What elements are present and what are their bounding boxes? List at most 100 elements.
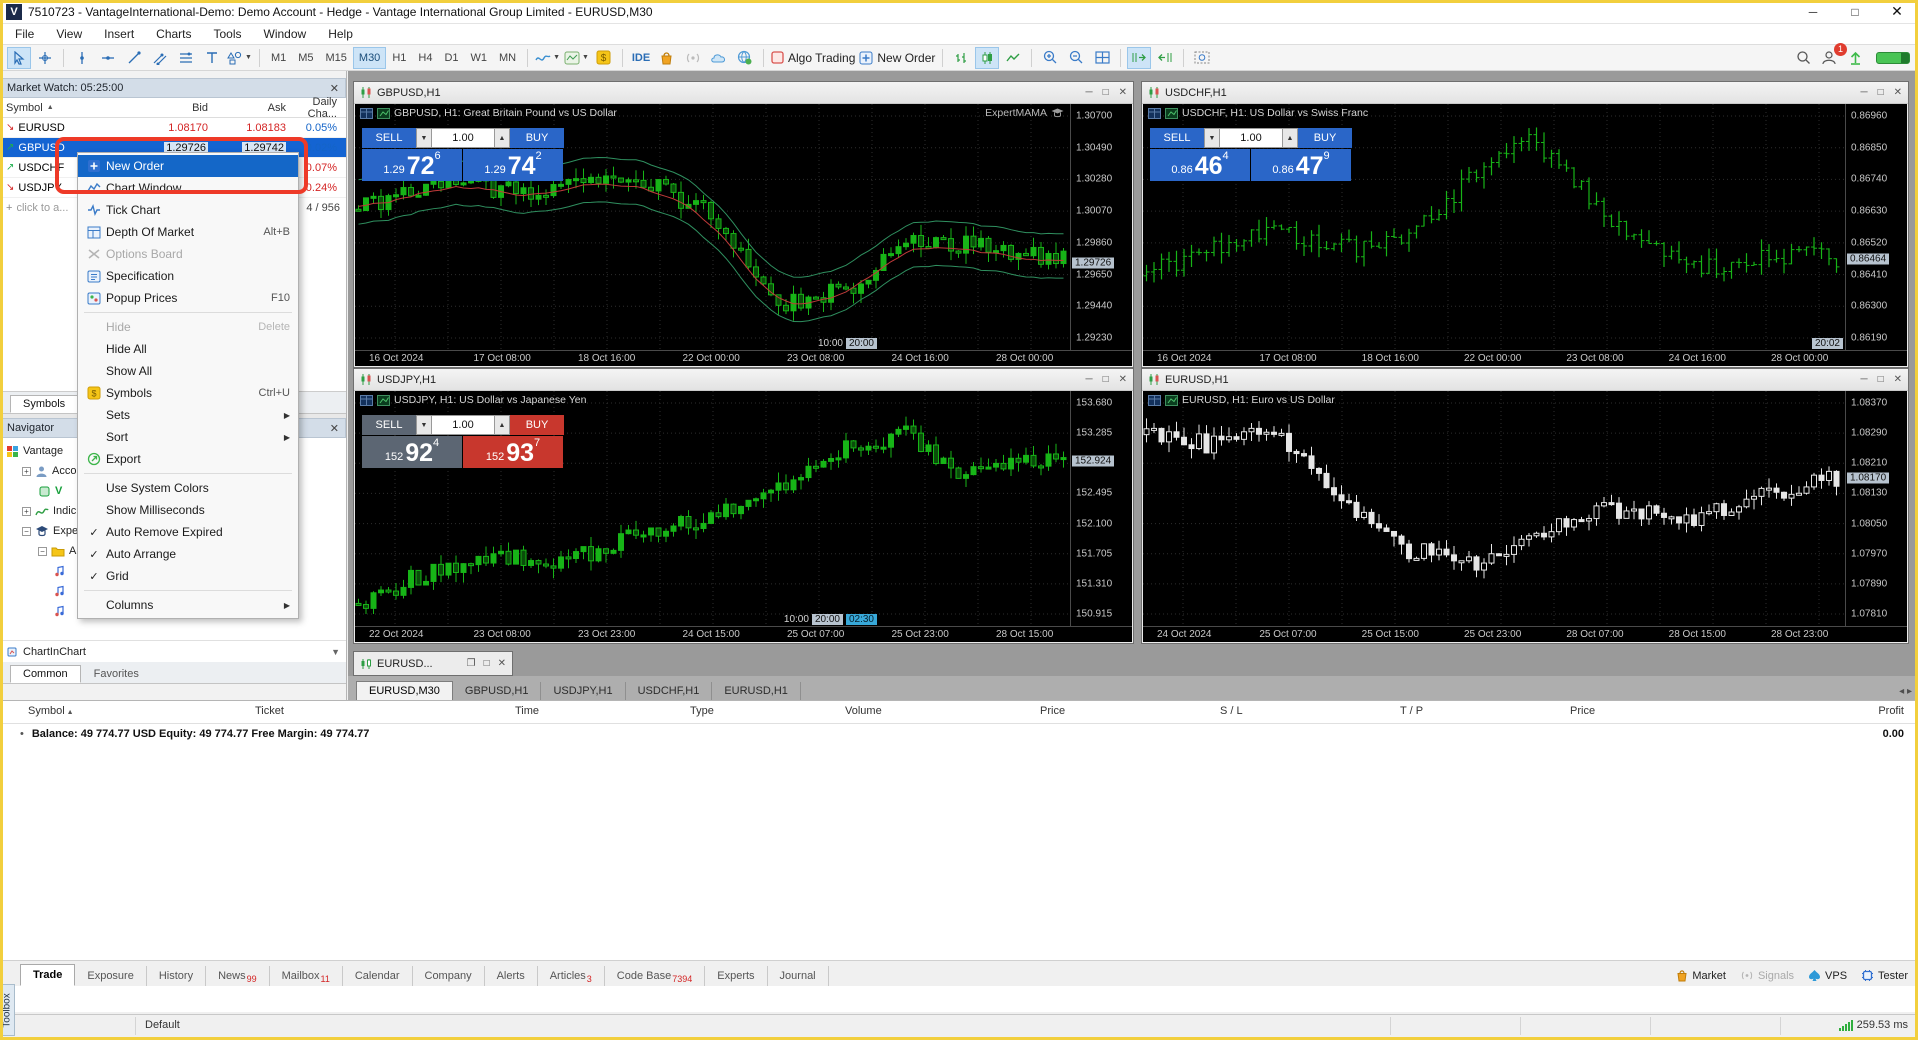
column-header-symbol[interactable]: Symbol ▲ [0, 102, 112, 114]
objects-list-icon[interactable]: ▼ [563, 47, 590, 69]
context-menu-item-auto-arrange[interactable]: ✓ Auto Arrange [78, 543, 298, 565]
candlestick-mode-icon[interactable] [975, 46, 1000, 69]
navigator-close-icon[interactable]: ✕ [330, 422, 339, 435]
minimize-icon[interactable]: ─ [1860, 87, 1867, 98]
sell-price[interactable]: 152 92 4 [362, 436, 462, 468]
algo-trading-button[interactable]: Algo Trading [770, 47, 856, 69]
zoom-in-icon[interactable] [1038, 47, 1062, 69]
chart-shift-icon[interactable] [1127, 46, 1152, 69]
crosshair-tool-icon[interactable] [33, 47, 57, 69]
chart-plot[interactable]: USDJPY, H1: US Dollar vs Japanese Yen SEL… [355, 391, 1072, 626]
maximize-icon[interactable]: □ [1103, 87, 1109, 98]
chart-window-titlebar[interactable]: EURUSD,H1 ─ □ ✕ [1142, 369, 1908, 391]
context-menu-item-symbols[interactable]: $ Symbols Ctrl+U [78, 382, 298, 404]
sell-price[interactable]: 0.86 46 4 [1150, 149, 1250, 181]
close-icon[interactable]: ✕ [1894, 87, 1902, 98]
menu-help[interactable]: Help [317, 25, 364, 43]
toolbox-tab-articles[interactable]: Articles 3 [538, 966, 605, 986]
trendline-tool-icon[interactable] [122, 47, 146, 69]
horizontal-line-tool-icon[interactable] [96, 47, 120, 69]
context-menu-item-columns[interactable]: Columns ▶ [78, 594, 298, 616]
minimize-button[interactable]: ─ [1792, 1, 1834, 23]
trade-column-price[interactable]: Price [1570, 705, 1595, 717]
trade-column-ticket[interactable]: Ticket [255, 705, 284, 717]
expand-minus-icon[interactable]: − [22, 526, 31, 536]
context-menu-item-show-all[interactable]: Show All [78, 360, 298, 382]
toolbox-side-tab[interactable]: Toolbox [0, 984, 15, 1036]
new-order-button[interactable]: New Order [858, 47, 936, 69]
tab-favorites[interactable]: Favorites [81, 665, 152, 683]
volume-input[interactable]: 1.00 [432, 128, 494, 148]
menu-insert[interactable]: Insert [93, 25, 145, 43]
close-icon[interactable]: ✕ [1119, 374, 1127, 385]
minimize-icon[interactable]: ─ [1860, 374, 1867, 385]
buy-button[interactable]: BUY [510, 415, 564, 435]
volume-input[interactable]: 1.00 [1220, 128, 1282, 148]
chart-plot[interactable]: GBPUSD, H1: Great Britain Pound vs US Do… [355, 104, 1072, 350]
sell-price[interactable]: 1.29 72 6 [362, 149, 462, 181]
menu-window[interactable]: Window [253, 25, 318, 43]
timeframe-m30[interactable]: M30 [352, 46, 387, 69]
fibonacci-tool-icon[interactable] [174, 47, 198, 69]
context-menu-item-export[interactable]: Export [78, 448, 298, 470]
chart-in-chart-row[interactable]: ChartInChart ▼ [0, 640, 346, 662]
restore-icon[interactable]: ❐ [467, 658, 476, 669]
sell-button[interactable]: SELL [1150, 128, 1204, 148]
screenshot-icon[interactable] [1190, 47, 1214, 69]
chart-tab-gbpusd-h1[interactable]: GBPUSD,H1 [453, 682, 542, 700]
timeframe-m5[interactable]: M5 [292, 47, 319, 69]
context-menu-item-hide-all[interactable]: Hide All [78, 338, 298, 360]
profile-name[interactable]: Default [145, 1019, 180, 1031]
toolbox-tab-code-base[interactable]: Code Base 7394 [605, 966, 706, 986]
trade-column-symbol[interactable]: Symbol ▲ [28, 705, 74, 717]
chart-tab-usdjpy-h1[interactable]: USDJPY,H1 [541, 682, 626, 700]
trade-column-volume[interactable]: Volume [845, 705, 882, 717]
toolbox-tab-exposure[interactable]: Exposure [75, 966, 147, 986]
menu-charts[interactable]: Charts [145, 25, 202, 43]
toolbox-tab-calendar[interactable]: Calendar [343, 966, 413, 986]
zoom-out-icon[interactable] [1064, 47, 1088, 69]
maximize-icon[interactable]: □ [484, 658, 490, 669]
context-menu-item-sets[interactable]: Sets ▶ [78, 404, 298, 426]
toolbox-signals-button[interactable]: Signals [1740, 970, 1794, 982]
toolbox-tab-news[interactable]: News 99 [206, 966, 270, 986]
user-notifications-icon[interactable]: 1 [1817, 42, 1847, 69]
toolbox-vps-button[interactable]: VPS [1808, 969, 1847, 982]
market-watch-close-icon[interactable]: ✕ [330, 82, 339, 95]
volume-step-down[interactable]: ▼ [1204, 128, 1220, 148]
market-store-icon[interactable] [655, 47, 679, 69]
toolbox-tab-mailbox[interactable]: Mailbox 11 [270, 966, 343, 986]
volume-step-up[interactable]: ▲ [494, 415, 510, 435]
trade-column-t/p[interactable]: T / P [1400, 705, 1423, 717]
tab-scroll-arrows-icon[interactable]: ◂ ▸ [1899, 686, 1912, 700]
maximize-icon[interactable]: □ [1878, 87, 1884, 98]
vertical-line-tool-icon[interactable] [70, 47, 94, 69]
buy-button[interactable]: BUY [510, 128, 564, 148]
tab-common[interactable]: Common [10, 665, 81, 683]
menu-file[interactable]: File [4, 25, 45, 43]
close-icon[interactable]: ✕ [1119, 87, 1127, 98]
context-menu-item-tick-chart[interactable]: Tick Chart [78, 199, 298, 221]
volume-step-down[interactable]: ▼ [416, 415, 432, 435]
dom-mini-icon[interactable] [1148, 394, 1161, 406]
one-click-mini-icon[interactable] [377, 107, 390, 119]
context-menu-item-depth-of-market[interactable]: Depth Of Market Alt+B [78, 221, 298, 243]
cursor-tool-icon[interactable] [7, 46, 31, 69]
buy-price[interactable]: 0.86 47 9 [1251, 149, 1351, 181]
signals-broadcast-icon[interactable] [681, 47, 705, 69]
minimize-icon[interactable]: ─ [1085, 87, 1092, 98]
toolbox-tester-button[interactable]: Tester [1861, 969, 1908, 982]
menu-view[interactable]: View [45, 25, 93, 43]
context-menu-item-auto-remove-expired[interactable]: ✓ Auto Remove Expired [78, 521, 298, 543]
search-icon[interactable] [1791, 47, 1815, 69]
buy-price[interactable]: 152 93 7 [463, 436, 563, 468]
line-chart-mode-icon[interactable] [1001, 47, 1025, 69]
toolbox-market-button[interactable]: Market [1676, 969, 1726, 982]
chevron-down-icon[interactable]: ▼ [331, 647, 340, 657]
chart-plot[interactable]: USDCHF, H1: US Dollar vs Swiss Franc SELL… [1143, 104, 1847, 350]
one-click-mini-icon[interactable] [377, 394, 390, 406]
timeframe-d1[interactable]: D1 [438, 47, 464, 69]
text-tool-icon[interactable] [200, 47, 224, 69]
volume-input[interactable]: 1.00 [432, 415, 494, 435]
maximize-icon[interactable]: □ [1878, 374, 1884, 385]
